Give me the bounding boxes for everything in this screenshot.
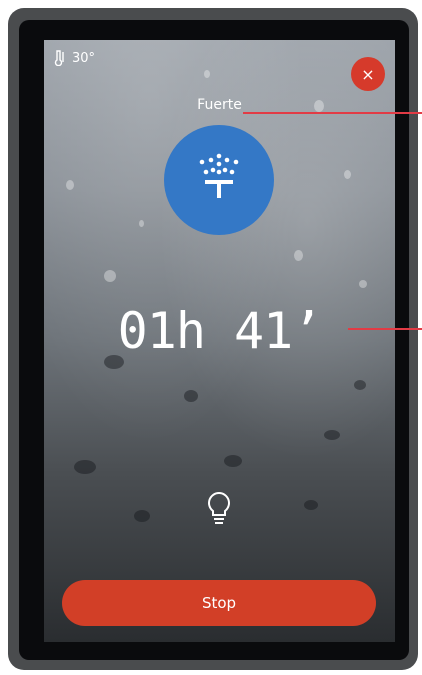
water-drop — [134, 510, 150, 522]
temperature-value: 30° — [72, 50, 96, 66]
water-drop — [344, 170, 351, 179]
rain-shower-icon — [189, 148, 249, 212]
shower-mode-button[interactable] — [164, 125, 274, 235]
water-drop — [184, 390, 198, 402]
lightbulb-icon[interactable] — [205, 490, 233, 532]
water-drop — [74, 460, 96, 474]
water-drop — [359, 280, 367, 288]
water-drop — [224, 455, 242, 467]
callout-line-timer — [348, 328, 422, 330]
callout-line-mode — [243, 112, 422, 114]
close-icon: × — [361, 64, 375, 84]
temperature-indicator: 30° — [54, 50, 95, 66]
water-drop — [104, 270, 116, 282]
water-drop — [354, 380, 366, 390]
shower-screen: 30° × Fuerte 01h 41’ Stop — [44, 40, 395, 642]
water-drop — [139, 220, 144, 227]
water-drop — [294, 250, 303, 261]
close-button[interactable]: × — [351, 57, 385, 91]
water-drop — [204, 70, 210, 78]
water-drop — [304, 500, 318, 510]
stop-button[interactable]: Stop — [62, 580, 376, 626]
stop-button-label: Stop — [201, 594, 237, 612]
shower-mode-label: Fuerte — [197, 97, 242, 113]
water-drop — [324, 430, 340, 440]
thermometer-icon — [54, 50, 66, 66]
water-drop — [66, 180, 74, 190]
shower-timer: 01h 41’ — [117, 302, 323, 360]
